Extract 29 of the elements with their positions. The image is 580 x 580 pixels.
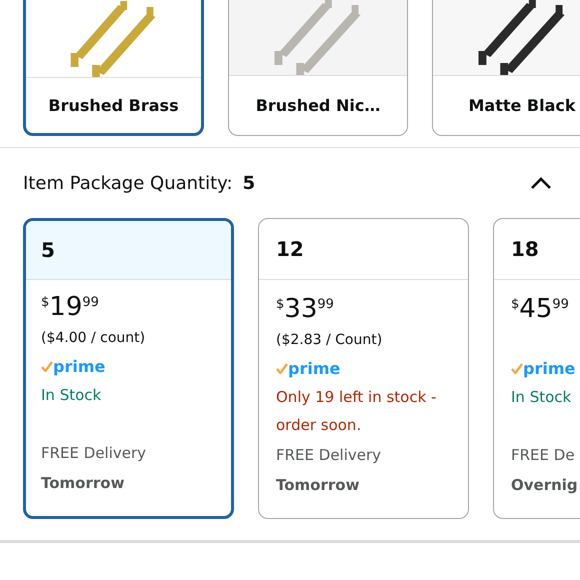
swatch-label: Brushed Nic…: [256, 94, 380, 116]
unit-price: ($4.00 / count): [41, 330, 146, 346]
option-count: 5: [41, 237, 55, 264]
stock-status: In Stock: [41, 385, 102, 406]
swatch-card[interactable]: Brushed Nic…: [228, 0, 408, 136]
check-icon: [511, 363, 523, 374]
unit-price: ($2.83 / Count): [276, 332, 382, 348]
option-count: 18: [511, 236, 539, 263]
stock-status: Only 19 left in stock - order soon.: [276, 387, 438, 436]
delivery-date: Tomorrow: [276, 475, 360, 496]
delivery-text: FREE De: [511, 445, 575, 466]
delivery-text: FREE Delivery: [276, 445, 382, 466]
chevron-icon[interactable]: [530, 176, 552, 190]
swatch-label: Brushed Brass: [48, 94, 179, 116]
quantity-label: Item Package Quantity:: [23, 172, 233, 196]
delivery-text: FREE Delivery: [41, 443, 146, 464]
prime-logo: prime: [53, 358, 106, 374]
check-icon: [276, 363, 288, 374]
delivery-date: Overnig: [511, 475, 578, 496]
quantity-value: 5: [242, 172, 256, 196]
prime-logo: prime: [288, 360, 340, 376]
option-count: 12: [276, 236, 304, 263]
swatch-card[interactable]: Matte Black: [432, 0, 580, 136]
swatch-label: Matte Black: [468, 94, 576, 116]
prime-logo: prime: [523, 360, 576, 376]
swatch-card[interactable]: Brushed Brass: [23, 0, 204, 136]
delivery-date: Tomorrow: [41, 473, 124, 494]
stock-status: In Stock: [511, 387, 572, 408]
check-icon: [41, 361, 53, 372]
